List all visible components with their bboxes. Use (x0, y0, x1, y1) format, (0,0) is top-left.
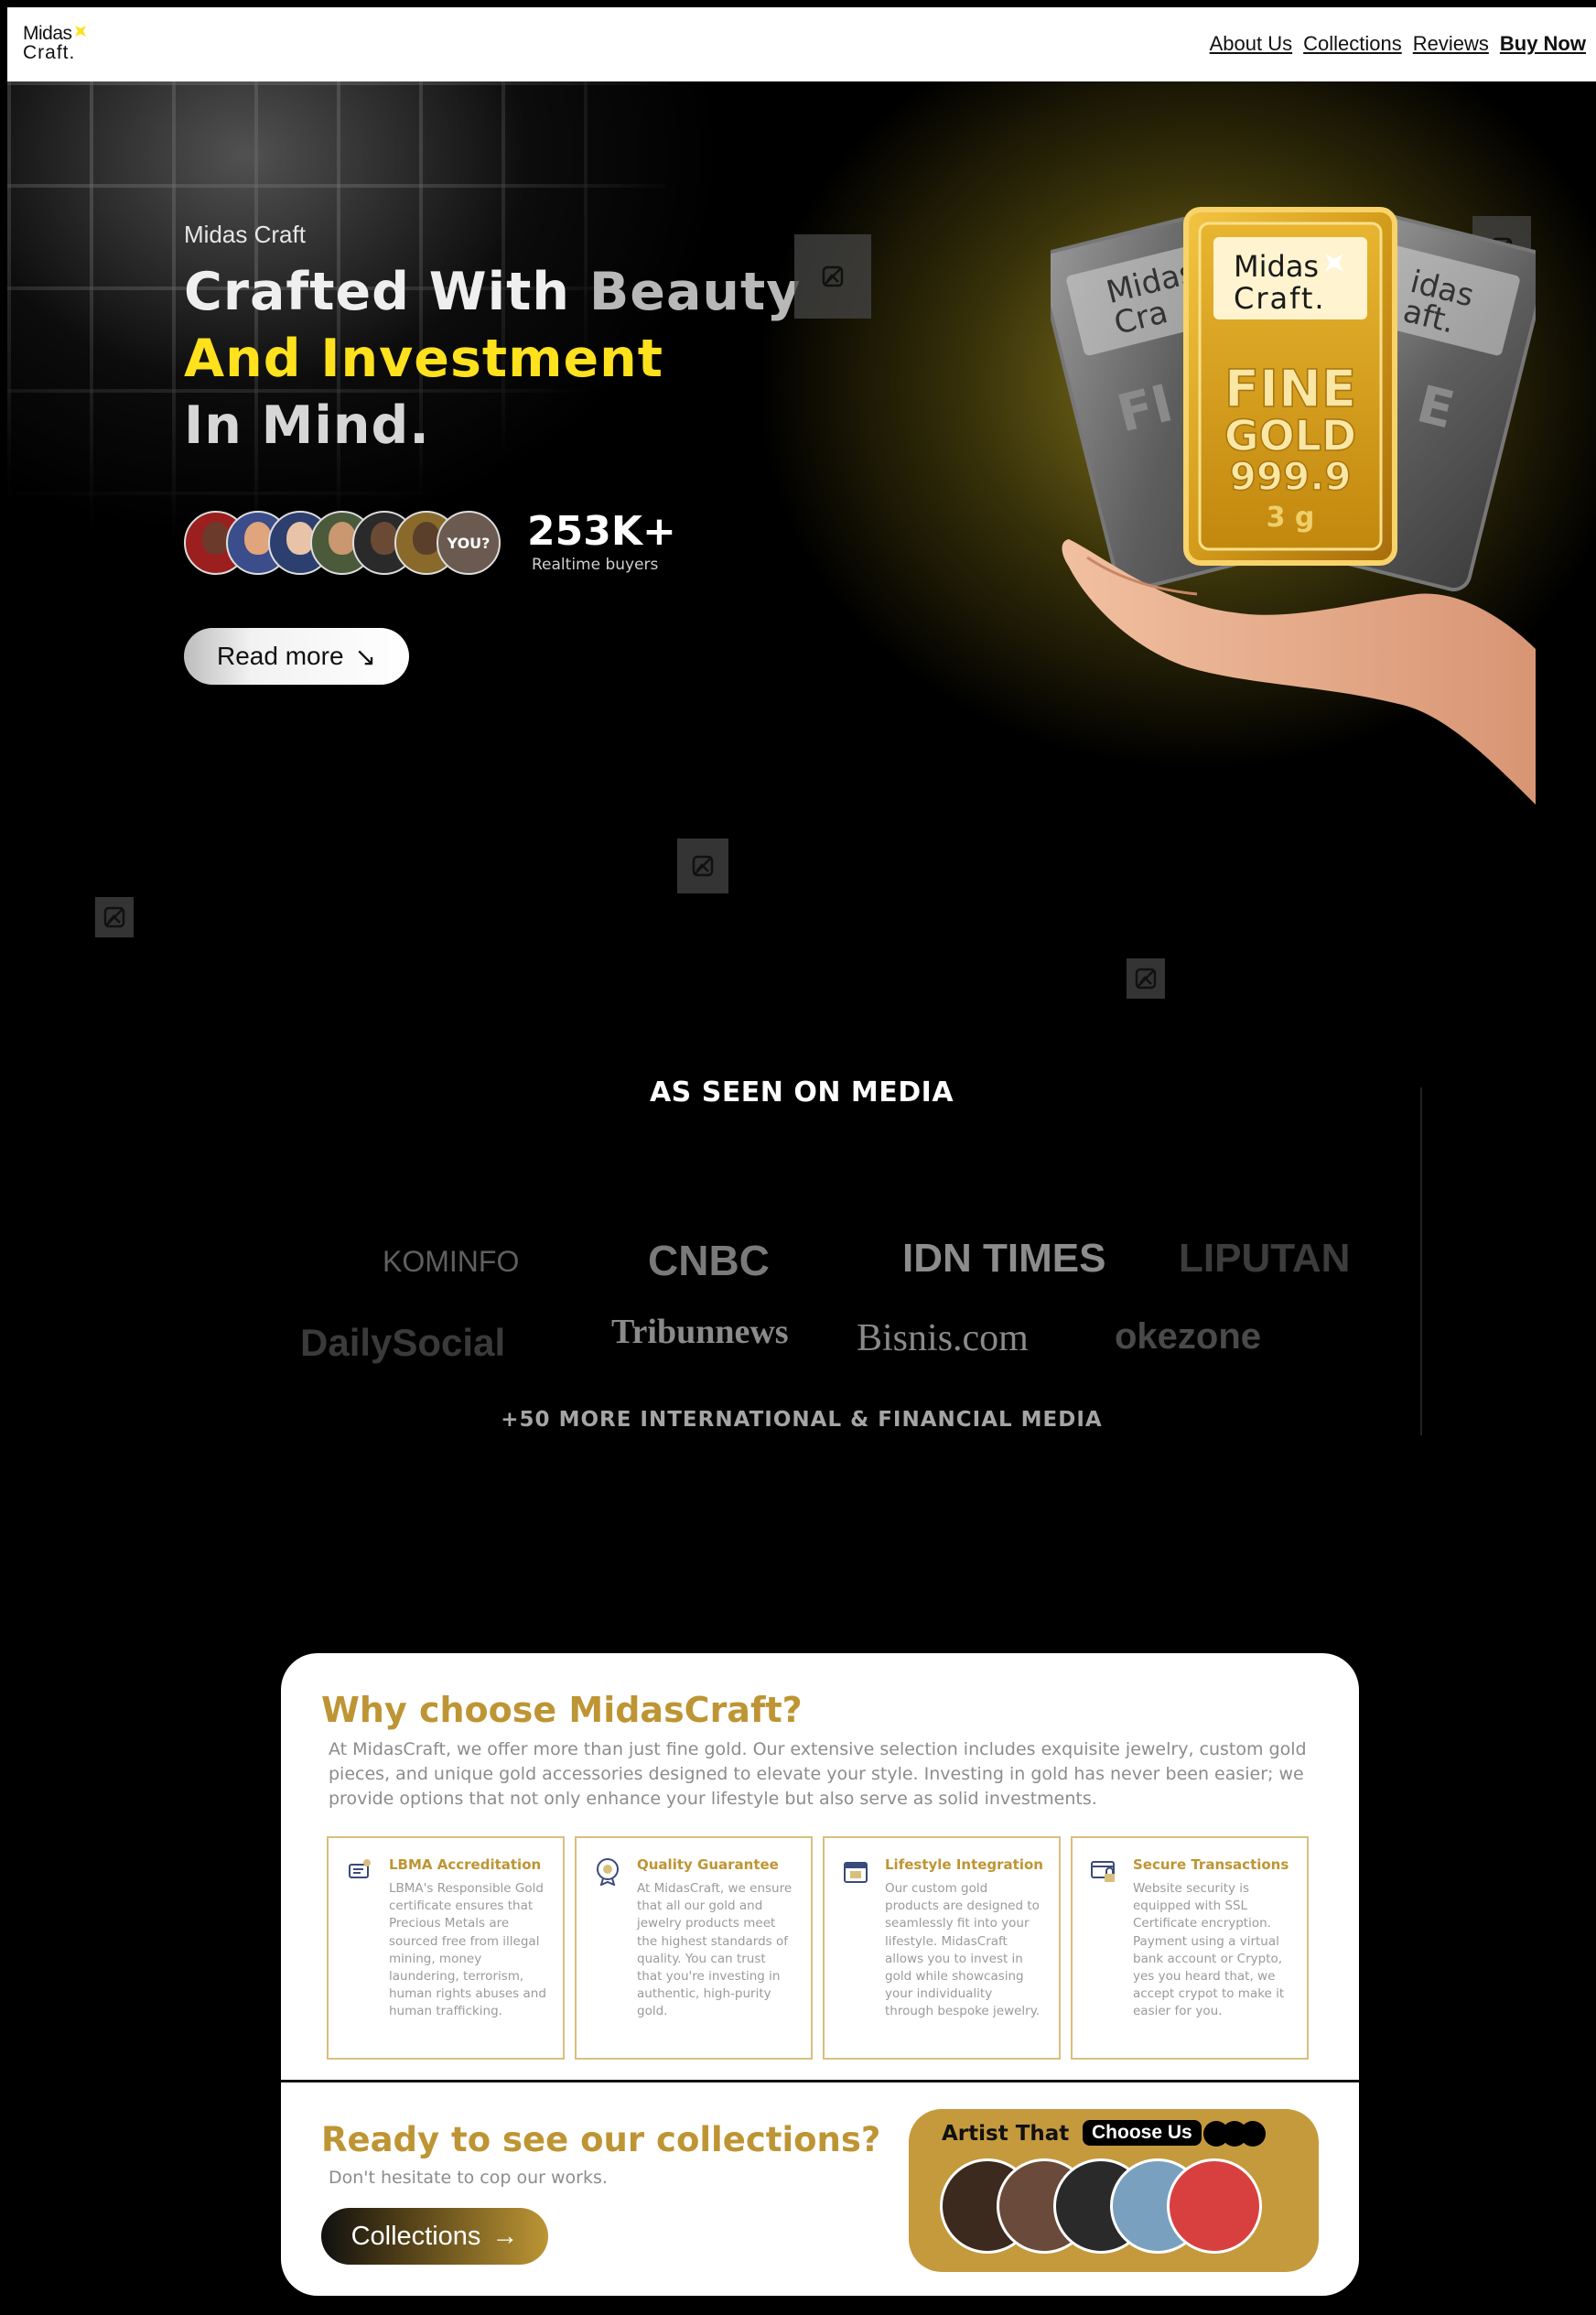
secure-card-icon (1091, 1861, 1115, 1882)
media-logo-bisnis: Bisnis.com (857, 1317, 1029, 1359)
ready-title: Ready to see our collections? (321, 2120, 881, 2159)
buyers-label: Realtime buyers (532, 556, 659, 574)
avatar-you: YOU? (437, 511, 501, 575)
broken-image-icon (95, 897, 134, 937)
feature-text: Website security is equipped with SSL Ce… (1133, 1881, 1285, 2019)
media-logo-idn-times: IDN TIMES (902, 1236, 1106, 1281)
bar-text-weight: 3 g (1267, 502, 1315, 534)
logo-text-line2: Craft. (23, 42, 76, 63)
feature-card: Quality Guarantee At MidasCraft, we ensu… (575, 1836, 813, 2060)
hero-headline: Crafted With Beauty And Investment In Mi… (184, 259, 801, 460)
nav-collections[interactable]: Collections (1303, 32, 1402, 56)
ready-subtitle: Don't hesitate to cop our works. (329, 2168, 608, 2188)
media-logo-okezone: okezone (1115, 1316, 1262, 1357)
feature-title: Lifestyle Integration (885, 1856, 1043, 1873)
quality-badge-icon (597, 1858, 619, 1886)
feature-title: Quality Guarantee (637, 1856, 779, 1873)
bar-text-gold: GOLD (1224, 411, 1356, 460)
broken-image-icon (794, 234, 871, 319)
artist-title: Artist That (942, 2122, 1070, 2146)
media-logo-cnbc: CNBC (648, 1237, 770, 1284)
collections-button[interactable]: Collections → (321, 2208, 548, 2265)
calendar-icon (844, 1862, 868, 1883)
arrow-down-right-icon: ↘ (354, 642, 376, 671)
headline-line-2: And Investment (184, 329, 663, 389)
nav-buy-now[interactable]: Buy Now (1500, 32, 1586, 56)
feature-card: LBMA Accreditation LBMA's Responsible Go… (327, 1836, 565, 2060)
bar-brand-line1: Midas (1234, 249, 1319, 284)
feature-text: At MidasCraft, we ensure that all our go… (637, 1881, 793, 2019)
broken-image-icon (1127, 958, 1165, 999)
feature-text: Our custom gold products are designed to… (885, 1881, 1041, 2019)
feature-list: LBMA Accreditation LBMA's Responsible Go… (327, 1836, 1311, 2061)
feature-card: Secure Transactions Website security is … (1071, 1836, 1309, 2060)
read-more-label: Read more (217, 642, 344, 670)
logo-star-icon (75, 26, 86, 37)
top-navbar: Midas Craft. About Us Collections Review… (7, 7, 1596, 81)
artist-dots (1203, 2121, 1266, 2150)
why-title: Why choose MidasCraft? (321, 1690, 803, 1730)
artist-pill: Choose Us (1083, 2120, 1202, 2146)
nav-about-us[interactable]: About Us (1210, 32, 1293, 56)
media-logo-liputan: LIPUTAN (1179, 1236, 1351, 1281)
bar-brand-line2: Craft. (1234, 281, 1326, 316)
feature-title: Secure Transactions (1133, 1856, 1289, 1873)
certificate-icon (349, 1859, 371, 1878)
why-description: At MidasCraft, we offer more than just f… (329, 1739, 1307, 1809)
media-more-text: +50 MORE INTERNATIONAL & FINANCIAL MEDIA (501, 1408, 1103, 1432)
why-choose-card: Why choose MidasCraft? At MidasCraft, we… (281, 1653, 1359, 2296)
hero-section: Midas Craft Crafted With Beauty And Inve… (7, 81, 1596, 1079)
feature-card: Lifestyle Integration Our custom gold pr… (823, 1836, 1061, 2060)
artist-avatar (1167, 2158, 1262, 2254)
broken-image-icon (677, 838, 728, 893)
gold-bars-hand-illustration: Midas Cra FI idas aft. E Midas Craft. FI… (1051, 207, 1536, 805)
headline-line-3: In Mind. (184, 395, 430, 456)
media-section-title: AS SEEN ON MEDIA (649, 1076, 954, 1109)
collections-button-label: Collections (350, 2221, 481, 2251)
media-vertical-divider (1420, 1087, 1422, 1435)
hero-eyebrow: Midas Craft (184, 221, 306, 248)
read-more-button[interactable]: Read more ↘ (184, 628, 409, 685)
feature-text: LBMA's Responsible Gold certificate ensu… (389, 1881, 546, 2019)
card-divider (281, 2080, 1359, 2082)
feature-title: LBMA Accreditation (389, 1856, 542, 1873)
headline-line-1b: Beauty (588, 262, 802, 322)
artist-banner[interactable]: Artist That Choose Us (909, 2109, 1319, 2272)
headline-line-1a: Crafted With (184, 262, 570, 322)
media-logo-tribunnews: Tribunnews (611, 1313, 789, 1351)
main-nav: About Us Collections Reviews Buy Now (1210, 32, 1586, 56)
nav-reviews[interactable]: Reviews (1413, 32, 1489, 56)
media-logos: KOMINFO CNBC IDN TIMES LIPUTAN DailySoci… (282, 1216, 1380, 1371)
bar-text-purity: 999.9 (1230, 454, 1352, 499)
media-logo-kominfo: KOMINFO (383, 1245, 520, 1278)
arrow-right-icon: → (491, 2221, 519, 2251)
media-logo-dailysocial: DailySocial (300, 1321, 506, 1364)
headline-line-1: Crafted With Beauty (184, 259, 801, 326)
site-logo[interactable]: Midas Craft. (23, 23, 87, 69)
page: Midas Craft. About Us Collections Review… (7, 7, 1596, 2315)
buyers-count: 253K+ (527, 508, 676, 555)
